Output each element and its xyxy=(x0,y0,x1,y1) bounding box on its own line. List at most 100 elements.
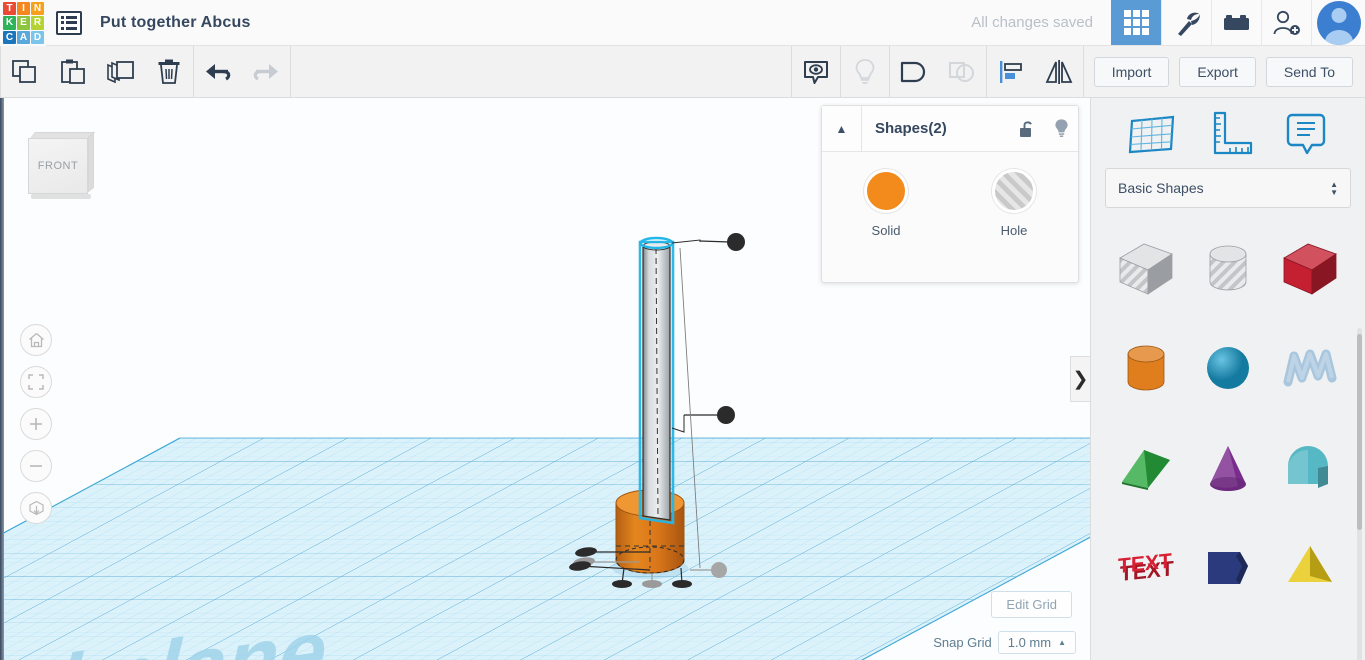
zoom-in-button[interactable] xyxy=(20,408,52,440)
tube-shape[interactable] xyxy=(1269,418,1351,518)
workplane-tool[interactable] xyxy=(1126,109,1178,157)
home-view-button[interactable] xyxy=(20,324,52,356)
tinkercad-app: TIN KER CAD Put together Abcus All changes… xyxy=(0,0,1365,660)
undo-button[interactable] xyxy=(194,46,242,98)
snap-grid-dropdown[interactable]: 1.0 mm ▲ xyxy=(997,631,1076,654)
duplicate-button[interactable] xyxy=(97,46,145,98)
logo-tile-t: T xyxy=(3,2,16,16)
lock-toggle-button[interactable] xyxy=(1010,119,1044,139)
delete-button[interactable] xyxy=(145,46,193,98)
project-properties-button[interactable] xyxy=(46,0,92,45)
polygon-shape[interactable] xyxy=(1187,518,1269,618)
copy-icon xyxy=(12,59,36,83)
redo-arrow-icon xyxy=(253,63,278,80)
solid-option[interactable]: Solid xyxy=(822,169,950,238)
cylinder-hole-icon xyxy=(1209,245,1247,291)
roof-shape[interactable] xyxy=(1105,418,1187,518)
edit-grid-button[interactable]: Edit Grid xyxy=(991,591,1072,618)
view-cube[interactable]: FRONT xyxy=(28,131,96,199)
minus-icon xyxy=(30,465,42,467)
shape-library-grid[interactable]: TEXT TEXT xyxy=(1091,218,1365,648)
snap-grid-bar: Snap Grid 1.0 mm ▲ xyxy=(933,631,1076,654)
mirror-button[interactable] xyxy=(1035,46,1083,98)
scribble-icon xyxy=(1283,349,1337,387)
undo-arrow-icon xyxy=(206,63,231,80)
export-button[interactable]: Export xyxy=(1179,56,1256,87)
sidebar-tool-row xyxy=(1091,98,1365,168)
blue-sphere-icon xyxy=(1207,347,1249,389)
shapes-panel-body: Solid Hole xyxy=(822,152,1078,238)
import-button[interactable]: Import xyxy=(1093,56,1170,87)
text-shape[interactable]: TEXT TEXT xyxy=(1105,518,1187,618)
sphere-shape[interactable] xyxy=(1187,318,1269,418)
redo-button[interactable] xyxy=(242,46,290,98)
tinkercad-logo[interactable]: TIN KER CAD xyxy=(0,0,46,46)
paste-button[interactable] xyxy=(49,46,97,98)
align-button[interactable] xyxy=(987,46,1035,98)
box-hole-shape[interactable] xyxy=(1105,218,1187,318)
ruler-icon xyxy=(1213,111,1253,155)
pyramid-shape[interactable] xyxy=(1269,518,1351,618)
main-toolbar: Import Export Send To xyxy=(0,45,1365,98)
project-title[interactable]: Put together Abcus xyxy=(92,0,251,45)
zoom-out-button[interactable] xyxy=(20,450,52,482)
box-shape[interactable] xyxy=(1269,218,1351,318)
scribble-shape[interactable] xyxy=(1269,318,1351,418)
fit-view-button[interactable] xyxy=(20,366,52,398)
navy-polygon-icon xyxy=(1208,552,1248,584)
send-to-button[interactable]: Send To xyxy=(1265,56,1353,87)
ortho-perspective-button[interactable] xyxy=(20,492,52,524)
light-toggle-button[interactable] xyxy=(1044,118,1078,139)
minecraft-button[interactable] xyxy=(1161,0,1211,45)
shape-category-select[interactable]: Basic Shapes ▲ ▼ xyxy=(1105,168,1351,208)
solid-swatch[interactable] xyxy=(864,169,908,213)
plus-icon xyxy=(30,418,42,430)
viewport-left-edge xyxy=(0,98,4,660)
eye-bubble-icon xyxy=(803,60,828,84)
chevron-updown-icon: ▲ ▼ xyxy=(1330,179,1338,197)
show-hide-button[interactable] xyxy=(792,46,840,98)
copy-button[interactable] xyxy=(1,46,49,98)
note-tool[interactable] xyxy=(1282,109,1330,157)
note-bubble-icon xyxy=(1286,113,1325,155)
user-avatar-button[interactable] xyxy=(1311,0,1365,45)
light-button[interactable] xyxy=(841,46,889,98)
sidebar-scrollbar-thumb[interactable] xyxy=(1357,334,1362,530)
shapes-panel-collapse-button[interactable]: ▲ xyxy=(822,105,862,152)
shape-category-wrap: Basic Shapes ▲ ▼ xyxy=(1091,168,1365,208)
cone-shape[interactable] xyxy=(1187,418,1269,518)
blocks-grid-button[interactable] xyxy=(1111,0,1161,45)
cylinder-shape[interactable] xyxy=(1105,318,1187,418)
red-text-icon: TEXT TEXT xyxy=(1118,550,1174,586)
rod-cylinder-object xyxy=(638,236,675,525)
snap-grid-value: 1.0 mm xyxy=(1007,635,1052,650)
purple-cone-icon xyxy=(1210,446,1246,491)
ungroup-button[interactable] xyxy=(938,46,986,98)
clipboard-paste-icon xyxy=(61,59,85,84)
hexagon-shape[interactable] xyxy=(1105,618,1187,648)
logo-tile-k: K xyxy=(3,16,16,30)
view-cube-front-face[interactable]: FRONT xyxy=(28,138,88,194)
pickaxe-icon xyxy=(1177,12,1200,36)
hole-option[interactable]: Hole xyxy=(950,169,1078,238)
invite-people-button[interactable] xyxy=(1261,0,1311,45)
torus-shape[interactable] xyxy=(1187,618,1269,648)
green-wedge-icon xyxy=(1122,450,1170,490)
logo-tile-r: R xyxy=(31,16,44,30)
ruler-tool[interactable] xyxy=(1205,109,1255,157)
duplicate-icon xyxy=(107,60,134,83)
lego-button[interactable] xyxy=(1211,0,1261,45)
avatar xyxy=(1316,0,1361,45)
logo-tile-c: C xyxy=(3,30,16,44)
caret-up-icon: ▲ xyxy=(1058,638,1066,647)
view-cube-right-face[interactable] xyxy=(88,131,94,193)
panel-collapse-handle[interactable]: ❯ xyxy=(1070,356,1090,402)
hole-swatch[interactable] xyxy=(992,169,1036,213)
box-hole-icon xyxy=(1119,243,1173,295)
shapes-sidebar: Basic Shapes ▲ ▼ TEXT TEXT xyxy=(1090,98,1365,660)
group-shape-icon xyxy=(900,61,925,82)
group-button[interactable] xyxy=(890,46,938,98)
home-icon xyxy=(28,333,44,348)
yellow-pyramid-icon xyxy=(1288,546,1332,582)
cylinder-hole-shape[interactable] xyxy=(1187,218,1269,318)
